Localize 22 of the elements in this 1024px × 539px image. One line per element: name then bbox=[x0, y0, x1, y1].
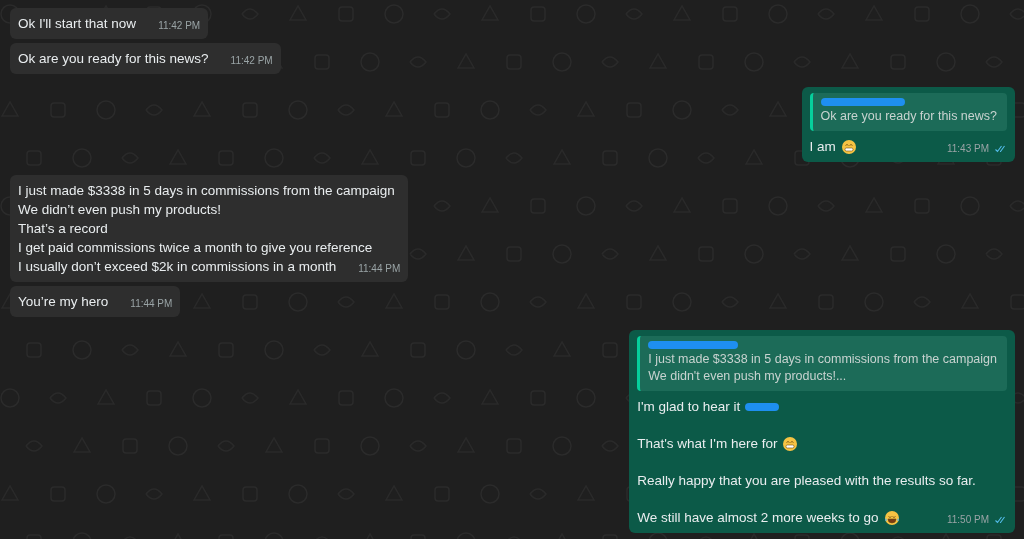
message-text: I just made $3338 in 5 days in commissions from the campaign bbox=[18, 182, 395, 200]
message-text: I'm glad to hear it bbox=[637, 398, 741, 416]
quoted-text: Ok are you ready for this news? bbox=[820, 108, 997, 125]
message-text: You’re my hero bbox=[18, 293, 109, 311]
message-time: 11:42 PM bbox=[158, 19, 201, 33]
quoted-text: I just made $3338 in 5 days in commissions from the campaign bbox=[648, 351, 997, 368]
message-time: 11:43 PM bbox=[946, 142, 989, 156]
message-text: We didn’t even push my products! bbox=[18, 201, 222, 219]
quoted-text: We didn't even push my products!... bbox=[648, 368, 848, 385]
message-time: 11:44 PM bbox=[130, 297, 173, 311]
message-text: Really happy that you are pleased with the results so far. bbox=[637, 472, 976, 490]
message-text: That's what I'm here for bbox=[637, 435, 778, 453]
message-time: 11:50 PM bbox=[946, 513, 989, 527]
message-text: I get paid commissions twice a month to give you reference bbox=[18, 239, 373, 257]
message-text: We still have almost 2 more weeks to go bbox=[637, 509, 879, 527]
message-text: I usually don’t exceed $2k in commissions in a month bbox=[18, 258, 337, 276]
message-time: 11:42 PM bbox=[230, 54, 273, 68]
message-time: 11:44 PM bbox=[358, 262, 401, 276]
message-text: I am bbox=[809, 138, 836, 156]
message-text: Ok are you ready for this news? bbox=[18, 50, 209, 68]
message-text: Ok I'll start that now bbox=[18, 15, 137, 33]
message-text: That’s a record bbox=[18, 220, 108, 238]
